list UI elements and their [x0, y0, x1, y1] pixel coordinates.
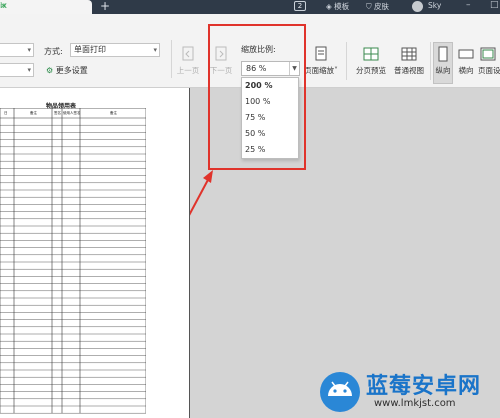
watermark-url: www.lmkjst.com	[374, 398, 456, 409]
watermark-brand: 蓝莓安卓网	[366, 374, 482, 399]
table-header-cell: 备注	[30, 110, 37, 115]
watermark: 蓝莓安卓网 www.lmkjst.com	[318, 366, 500, 418]
sheet-table: 日 备注 签名 使用人签名 备注	[0, 108, 146, 414]
android-logo-icon	[320, 372, 360, 412]
table-header-cell: 备注	[110, 110, 117, 115]
table-header-cell: 日	[4, 111, 8, 115]
table-header-cell: 签名	[54, 110, 61, 115]
print-preview-page: 物品领用表 日备注 签名 使用人签名 备注	[0, 88, 190, 418]
table-header-cell: 使用人签名	[63, 110, 81, 115]
